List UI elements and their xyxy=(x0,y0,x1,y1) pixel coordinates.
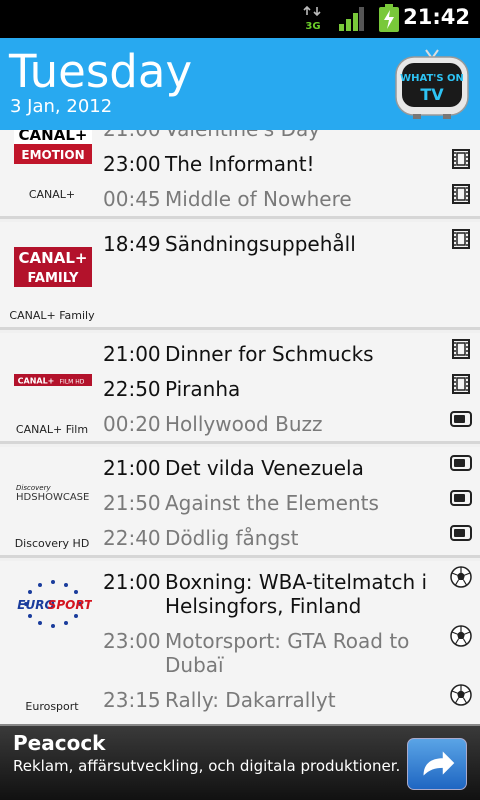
channel-logo-text: EMOTION xyxy=(21,148,84,162)
program-title: Hollywood Buzz xyxy=(165,412,323,436)
channel-logo-text: FAMILY xyxy=(28,271,79,286)
date-label: 3 Jan, 2012 xyxy=(10,96,113,117)
tv-icon xyxy=(450,411,472,427)
program-title: Dinner for Schmucks xyxy=(165,342,374,366)
football-icon xyxy=(450,566,472,588)
ad-banner[interactable]: Peacock Reklam, affärsutveckling, och di… xyxy=(0,724,480,800)
channel-name: Discovery HD xyxy=(14,537,90,550)
program-time: 23:00 xyxy=(103,629,161,653)
program-time: 21:00 xyxy=(103,342,161,366)
film-icon xyxy=(452,374,470,394)
ad-open-button[interactable] xyxy=(407,738,467,790)
program-time: 21:50 xyxy=(103,491,161,515)
program-time: 22:40 xyxy=(103,526,161,550)
channel-logo-text: CANAL+ xyxy=(19,249,88,267)
program-title: Piranha xyxy=(165,377,241,401)
share-arrow-icon xyxy=(423,751,455,776)
program-title: Rally: Dakarrallyt xyxy=(165,688,336,712)
canal-emotion-logo: CANAL+ EMOTION xyxy=(14,130,92,164)
program-title: Middle of Nowhere xyxy=(165,187,352,211)
logo-text-top: WHAT'S ON xyxy=(400,73,464,84)
ad-title: Peacock xyxy=(13,731,106,755)
canal-family-logo: CANAL+ FAMILY xyxy=(14,247,92,287)
canal-film-logo: CANAL+ FILM HD xyxy=(14,374,92,386)
program-time: 00:20 xyxy=(103,412,161,436)
signal-strength-icon xyxy=(339,7,364,31)
channel-row[interactable]: CANAL+ EMOTION CANAL+ 21:00 Valentine's … xyxy=(0,130,480,219)
page-title: Tuesday xyxy=(9,45,193,98)
program-title: Dödlig fångst xyxy=(165,526,299,550)
program-time: 21:00 xyxy=(103,456,161,480)
channel-logo-text: CANAL+ xyxy=(18,377,55,386)
program-time: 21:00 xyxy=(103,130,163,141)
program-title: Boxning: WBA-titelmatch i Helsingfors, F… xyxy=(165,570,428,618)
app-header: Tuesday 3 Jan, 2012 WHAT'S ON TV xyxy=(0,38,480,130)
channel-logo-text: CANAL+ xyxy=(19,130,88,144)
tv-icon xyxy=(450,525,472,541)
football-icon xyxy=(450,684,472,706)
program-time: 23:00 xyxy=(103,152,161,176)
channel-logo-text: Discovery xyxy=(16,484,51,492)
program-title: Valentine's Day xyxy=(165,130,440,141)
football-icon xyxy=(450,625,472,647)
program-time: 00:45 xyxy=(103,187,161,211)
program-list[interactable]: CANAL+ EMOTION CANAL+ 21:00 Valentine's … xyxy=(0,130,480,724)
film-icon xyxy=(452,149,470,169)
battery-charging-icon xyxy=(379,4,399,32)
clock: 21:42 xyxy=(403,5,470,29)
eurosport-logo: EURO SPORT xyxy=(17,580,92,628)
film-icon xyxy=(452,184,470,204)
film-icon xyxy=(452,229,470,249)
discovery-hd-logo: Discovery HDSHOWCASE xyxy=(16,484,89,503)
ad-body: Reklam, affärsutveckling, och digitala p… xyxy=(13,757,401,775)
film-icon xyxy=(452,339,470,359)
program-title: Det vilda Venezuela xyxy=(165,456,364,480)
status-bar: 3G 21:42 xyxy=(0,0,480,38)
program-time: 21:00 xyxy=(103,570,161,594)
channel-name: Eurosport xyxy=(25,700,79,713)
program-time: 18:49 xyxy=(103,232,161,256)
program-title: The Informant! xyxy=(165,152,315,176)
channel-row[interactable]: EURO SPORT Eurosport 21:00 Boxning: WBA-… xyxy=(0,561,480,724)
logo-text-bottom: TV xyxy=(420,85,444,104)
whats-on-tv-logo[interactable]: WHAT'S ON TV xyxy=(393,48,471,122)
tv-icon xyxy=(450,455,472,471)
channel-row[interactable]: CANAL+ FAMILY CANAL+ Family 18:49 Sändni… xyxy=(0,222,480,330)
channel-logo-text: FILM HD xyxy=(60,379,85,386)
program-time: 23:15 xyxy=(103,688,161,712)
channel-row[interactable]: CANAL+ FILM HD CANAL+ Film 21:00 Dinner … xyxy=(0,333,480,444)
tv-icon xyxy=(450,490,472,506)
program-title: Motorsport: GTA Road to Dubaï xyxy=(165,629,410,677)
channel-name: CANAL+ Film xyxy=(15,423,89,436)
network-type-label: 3G xyxy=(305,21,320,31)
program-time: 22:50 xyxy=(103,377,161,401)
channel-name: CANAL+ Family xyxy=(9,309,95,322)
channel-row[interactable]: Discovery HDSHOWCASE Discovery HD 21:00 … xyxy=(0,447,480,558)
channel-logo-text: HDSHOWCASE xyxy=(16,492,89,503)
network-3g-icon: 3G xyxy=(303,5,321,31)
program-title: Against the Elements xyxy=(165,491,379,515)
channel-logo-text: SPORT xyxy=(48,598,92,612)
program-title: Sändningsuppehåll xyxy=(165,232,356,256)
channel-name: CANAL+ xyxy=(28,188,76,201)
